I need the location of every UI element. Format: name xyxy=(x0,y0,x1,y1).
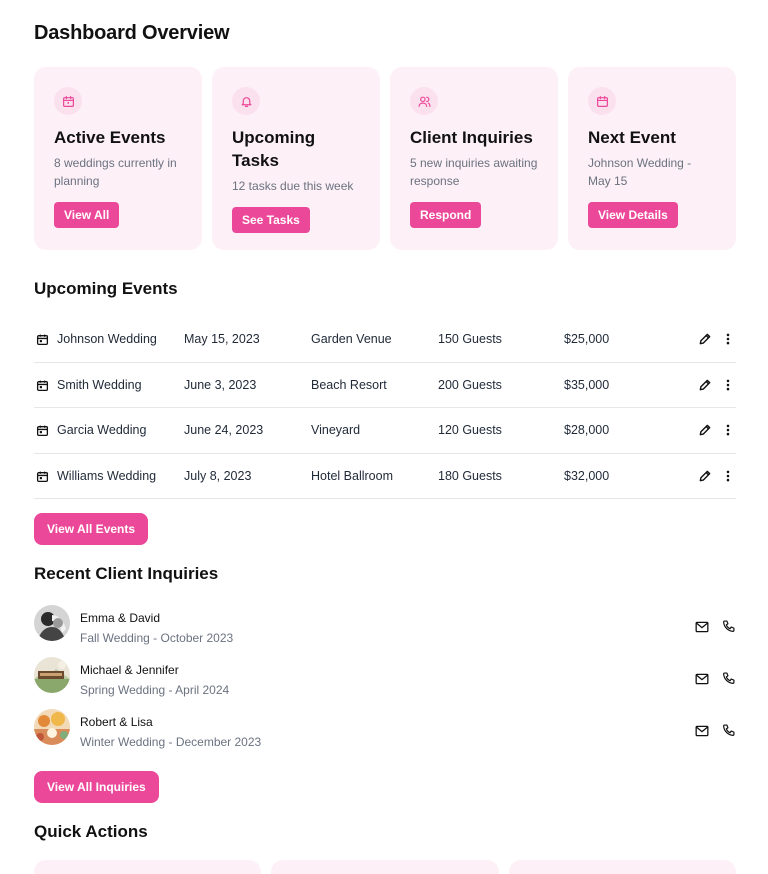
card-description: 12 tasks due this week xyxy=(232,179,354,193)
quick-action-card[interactable] xyxy=(34,860,262,874)
event-date: June 3, 2023 xyxy=(184,377,257,392)
view-all-inquiries-button[interactable]: View All Inquiries xyxy=(34,771,159,803)
more-vertical-icon[interactable] xyxy=(722,332,734,346)
calendar-icon xyxy=(36,334,49,346)
mail-icon[interactable] xyxy=(695,673,709,685)
calendar-icon xyxy=(36,380,49,391)
event-date: June 24, 2023 xyxy=(184,423,264,438)
mail-icon[interactable] xyxy=(695,621,709,633)
upcoming-events-heading: Upcoming Events xyxy=(34,279,178,298)
avatar xyxy=(34,657,70,693)
card-title: Upcoming Tasks xyxy=(232,128,316,170)
card-active-events: Active Events 8 weddings currently in pl… xyxy=(34,67,202,250)
event-price: $28,000 xyxy=(564,423,610,438)
pencil-icon[interactable] xyxy=(698,469,712,483)
card-title: Active Events xyxy=(54,128,166,147)
users-icon xyxy=(410,87,438,115)
avatar xyxy=(34,605,70,641)
event-price: $35,000 xyxy=(564,377,610,392)
client-name: Robert & Lisa xyxy=(80,715,153,729)
card-client-inquiries: Client Inquiries 5 new inquiries awaitin… xyxy=(390,67,558,250)
event-price: $32,000 xyxy=(564,468,610,483)
page-title: Dashboard Overview xyxy=(34,22,230,44)
quick-action-card[interactable] xyxy=(508,860,736,874)
event-venue: Vineyard xyxy=(311,423,361,438)
summary-cards: Active Events 8 weddings currently in pl… xyxy=(34,67,736,250)
view-all-events-button[interactable]: View All Events xyxy=(34,513,149,545)
view-all-button[interactable]: View All xyxy=(54,202,120,228)
quick-actions-heading: Quick Actions xyxy=(34,822,148,841)
card-upcoming-tasks: Upcoming Tasks 12 tasks due this week Se… xyxy=(212,67,380,250)
view-details-button[interactable]: View Details xyxy=(588,202,678,228)
card-description: 8 weddings currently in planning xyxy=(54,156,177,188)
event-name: Williams Wedding xyxy=(57,468,157,483)
phone-icon[interactable] xyxy=(722,620,735,633)
quick-action-card[interactable] xyxy=(271,860,499,874)
bell-icon xyxy=(232,87,260,115)
inquiries-list: Emma & David Fall Wedding - October 2023… xyxy=(34,605,736,761)
event-venue: Beach Resort xyxy=(311,377,387,392)
card-title: Next Event xyxy=(588,128,676,147)
table-row[interactable]: Garcia Wedding June 24, 2023 Vineyard 12… xyxy=(34,408,736,454)
table-row[interactable]: Smith Wedding June 3, 2023 Beach Resort … xyxy=(34,363,736,408)
calendar-icon xyxy=(54,87,82,115)
event-name: Smith Wedding xyxy=(57,377,142,392)
event-venue: Hotel Ballroom xyxy=(311,468,393,483)
calendar-icon xyxy=(36,425,49,437)
phone-icon[interactable] xyxy=(722,724,735,737)
pencil-icon[interactable] xyxy=(698,332,712,346)
event-date: July 8, 2023 xyxy=(184,468,252,483)
table-row[interactable]: Johnson Wedding May 15, 2023 Garden Venu… xyxy=(34,317,736,363)
card-description: Johnson Wedding - May 15 xyxy=(588,156,692,188)
table-row[interactable]: Williams Wedding July 8, 2023 Hotel Ball… xyxy=(34,454,736,499)
event-name: Garcia Wedding xyxy=(57,423,147,438)
events-table: Johnson Wedding May 15, 2023 Garden Venu… xyxy=(34,317,736,499)
phone-icon[interactable] xyxy=(722,672,735,685)
more-vertical-icon[interactable] xyxy=(722,423,734,437)
pencil-icon[interactable] xyxy=(698,378,712,392)
event-guests: 180 Guests xyxy=(438,468,502,483)
mail-icon[interactable] xyxy=(695,725,709,737)
card-next-event: Next Event Johnson Wedding - May 15 View… xyxy=(568,67,736,250)
event-date: May 15, 2023 xyxy=(184,332,260,347)
event-guests: 200 Guests xyxy=(438,377,502,392)
more-vertical-icon[interactable] xyxy=(722,469,734,483)
see-tasks-button[interactable]: See Tasks xyxy=(232,207,310,233)
event-guests: 150 Guests xyxy=(438,332,502,347)
calendar-icon xyxy=(588,87,616,115)
client-name: Emma & David xyxy=(80,611,161,625)
client-wedding-detail: Spring Wedding - April 2024 xyxy=(80,683,230,697)
avatar xyxy=(34,709,70,745)
event-price: $25,000 xyxy=(564,332,610,347)
list-item[interactable]: Emma & David Fall Wedding - October 2023 xyxy=(34,605,736,657)
more-vertical-icon[interactable] xyxy=(722,378,734,392)
event-guests: 120 Guests xyxy=(438,423,502,438)
recent-inquiries-heading: Recent Client Inquiries xyxy=(34,564,219,583)
calendar-icon xyxy=(36,471,49,482)
client-wedding-detail: Winter Wedding - December 2023 xyxy=(80,735,262,749)
pencil-icon[interactable] xyxy=(698,423,712,437)
card-title: Client Inquiries xyxy=(410,128,533,147)
quick-action-cards xyxy=(34,860,736,874)
list-item[interactable]: Robert & Lisa Winter Wedding - December … xyxy=(34,709,736,761)
respond-button[interactable]: Respond xyxy=(410,202,482,228)
event-name: Johnson Wedding xyxy=(57,332,157,347)
list-item[interactable]: Michael & Jennifer Spring Wedding - Apri… xyxy=(34,657,736,709)
client-name: Michael & Jennifer xyxy=(80,663,179,677)
event-venue: Garden Venue xyxy=(311,332,392,347)
card-description: 5 new inquiries awaiting response xyxy=(410,156,538,188)
client-wedding-detail: Fall Wedding - October 2023 xyxy=(80,631,234,645)
